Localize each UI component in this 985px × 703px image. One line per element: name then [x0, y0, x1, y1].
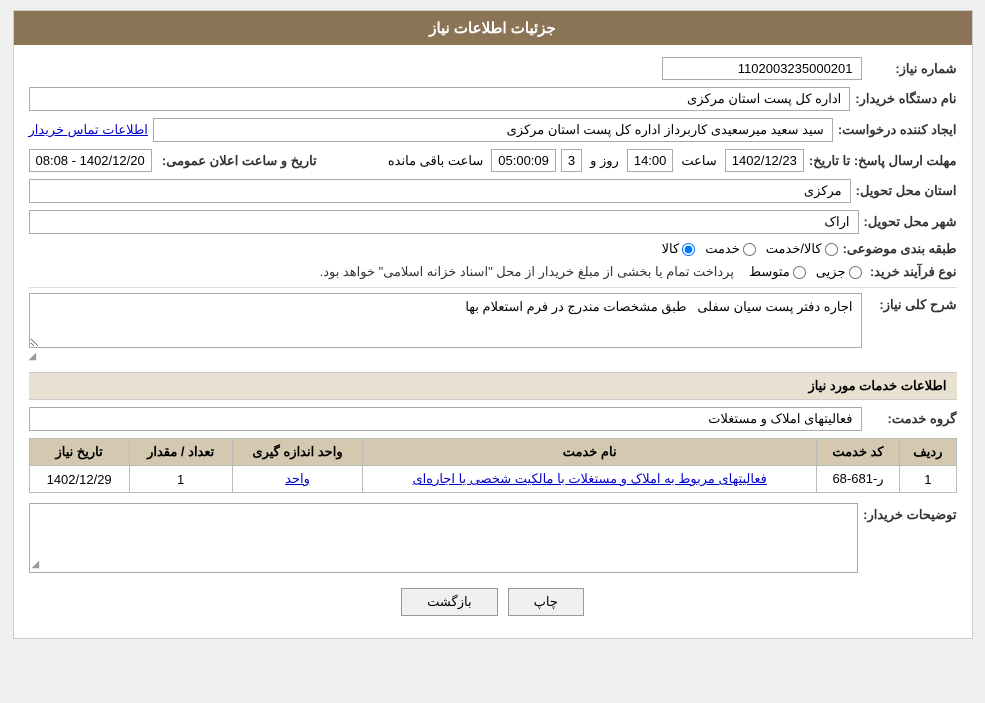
- cell-service-name[interactable]: فعالیتهای مربوط به املاک و مستغلات با ما…: [363, 466, 816, 493]
- remaining-label: ساعت باقی مانده: [388, 153, 483, 169]
- services-section-header: اطلاعات خدمات مورد نیاز: [29, 372, 957, 400]
- remaining-time-value: 05:00:09: [491, 149, 556, 172]
- purchase-partial-label: جزیی: [816, 264, 846, 280]
- purchase-note: پرداخت تمام یا بخشی از مبلغ خریدار از مح…: [320, 264, 734, 280]
- days-label: روز و: [590, 153, 619, 169]
- services-table-body: 1 ر-681-68 فعالیتهای مربوط به املاک و مس…: [29, 466, 956, 493]
- buyer-desc-box: ◢: [29, 503, 859, 573]
- back-button[interactable]: بازگشت: [401, 588, 497, 616]
- delivery-city-label: شهر محل تحویل:: [864, 214, 957, 230]
- date-time-label: تاریخ و ساعت اعلان عمومی:: [157, 153, 317, 169]
- cell-unit[interactable]: واحد: [232, 466, 363, 493]
- need-desc-textarea[interactable]: [29, 293, 862, 348]
- need-desc-label: شرح کلی نیاز:: [867, 297, 957, 313]
- category-service-radio[interactable]: [743, 243, 756, 256]
- category-goods-service-item: کالا/خدمت: [766, 241, 838, 257]
- services-table-head: ردیف کد خدمت نام خدمت واحد اندازه گیری ت…: [29, 439, 956, 466]
- delivery-city-row: شهر محل تحویل: اراک: [29, 210, 957, 234]
- request-number-row: شماره نیاز: 1102003235000201: [29, 57, 957, 80]
- purchase-partial-item: جزیی: [816, 264, 862, 280]
- service-group-label: گروه خدمت:: [867, 411, 957, 427]
- category-goods-item: کالا: [662, 241, 696, 257]
- buyer-desc-resize-icon: ◢: [32, 559, 40, 570]
- public-date-value: 1402/12/20 - 08:08: [29, 149, 152, 172]
- delivery-province-row: استان محل تحویل: مرکزی: [29, 179, 957, 203]
- col-row-num: ردیف: [900, 439, 956, 466]
- purchase-partial-radio[interactable]: [849, 266, 862, 279]
- col-service-code: کد خدمت: [816, 439, 899, 466]
- deadline-row: مهلت ارسال پاسخ: تا تاریخ: 1402/12/23 سا…: [29, 149, 957, 172]
- creator-contact-link[interactable]: اطلاعات تماس خریدار: [29, 122, 148, 138]
- need-desc-row: شرح کلی نیاز: ◢: [29, 293, 957, 362]
- creator-value: سید سعید میرسعیدی کاربرداز اداره کل پست …: [153, 118, 833, 142]
- category-row: طبقه بندی موضوعی: کالا/خدمت خدمت کالا: [29, 241, 957, 257]
- page-title: جزئیات اطلاعات نیاز: [429, 20, 556, 37]
- purchase-type-radio-group: جزیی متوسط: [749, 264, 862, 280]
- buyer-name-value: اداره کل پست استان مرکزی: [29, 87, 851, 111]
- delivery-province-value: مرکزی: [29, 179, 851, 203]
- col-date: تاریخ نیاز: [29, 439, 129, 466]
- col-unit: واحد اندازه گیری: [232, 439, 363, 466]
- remaining-days-value: 3: [561, 149, 582, 172]
- cell-row-num: 1: [900, 466, 956, 493]
- buyer-desc-row: توضیحات خریدار: ◢: [29, 503, 957, 573]
- delivery-province-label: استان محل تحویل:: [856, 183, 957, 199]
- purchase-type-label: نوع فرآیند خرید:: [867, 264, 957, 280]
- category-goods-label: کالا: [662, 241, 680, 257]
- purchase-medium-item: متوسط: [749, 264, 806, 280]
- purchase-type-row: نوع فرآیند خرید: جزیی متوسط پرداخت تمام …: [29, 264, 957, 280]
- category-label: طبقه بندی موضوعی:: [843, 241, 957, 257]
- resize-icon: ◢: [29, 351, 862, 362]
- deadline-date-value: 1402/12/23: [725, 149, 804, 172]
- category-goods-service-radio[interactable]: [825, 243, 838, 256]
- content-area: شماره نیاز: 1102003235000201 نام دستگاه …: [14, 45, 972, 638]
- cell-service-code: ر-681-68: [816, 466, 899, 493]
- page-container: جزئیات اطلاعات نیاز شماره نیاز: 11020032…: [13, 10, 973, 639]
- category-service-label: خدمت: [705, 241, 740, 257]
- category-goods-radio[interactable]: [682, 243, 695, 256]
- need-desc-wrapper: ◢: [29, 293, 862, 362]
- divider1: [29, 287, 957, 288]
- request-number-label: شماره نیاز:: [867, 61, 957, 77]
- table-row: 1 ر-681-68 فعالیتهای مربوط به املاک و مس…: [29, 466, 956, 493]
- buyer-name-row: نام دستگاه خریدار: اداره کل پست استان مر…: [29, 87, 957, 111]
- purchase-medium-radio[interactable]: [793, 266, 806, 279]
- buyer-desc-label: توضیحات خریدار:: [863, 507, 956, 523]
- service-group-value: فعالیتهای املاک و مستغلات: [29, 407, 862, 431]
- print-button[interactable]: چاپ: [508, 588, 584, 616]
- services-table: ردیف کد خدمت نام خدمت واحد اندازه گیری ت…: [29, 438, 957, 493]
- col-quantity: تعداد / مقدار: [129, 439, 232, 466]
- purchase-medium-label: متوسط: [749, 264, 790, 280]
- col-service-name: نام خدمت: [363, 439, 816, 466]
- category-goods-service-label: کالا/خدمت: [766, 241, 822, 257]
- deadline-label: مهلت ارسال پاسخ: تا تاریخ:: [809, 153, 957, 169]
- request-number-value: 1102003235000201: [662, 57, 862, 80]
- cell-quantity: 1: [129, 466, 232, 493]
- service-group-row: گروه خدمت: فعالیتهای املاک و مستغلات: [29, 407, 957, 431]
- creator-label: ایجاد کننده درخواست:: [838, 122, 957, 138]
- services-table-header-row: ردیف کد خدمت نام خدمت واحد اندازه گیری ت…: [29, 439, 956, 466]
- hour-label: ساعت: [681, 153, 716, 169]
- buttons-row: چاپ بازگشت: [29, 588, 957, 616]
- creator-row: ایجاد کننده درخواست: سید سعید میرسعیدی ک…: [29, 118, 957, 142]
- deadline-hour-value: 14:00: [627, 149, 674, 172]
- cell-date: 1402/12/29: [29, 466, 129, 493]
- page-header: جزئیات اطلاعات نیاز: [14, 11, 972, 45]
- category-radio-group: کالا/خدمت خدمت کالا: [662, 241, 838, 257]
- delivery-city-value: اراک: [29, 210, 859, 234]
- buyer-name-label: نام دستگاه خریدار:: [855, 91, 956, 107]
- category-service-item: خدمت: [705, 241, 756, 257]
